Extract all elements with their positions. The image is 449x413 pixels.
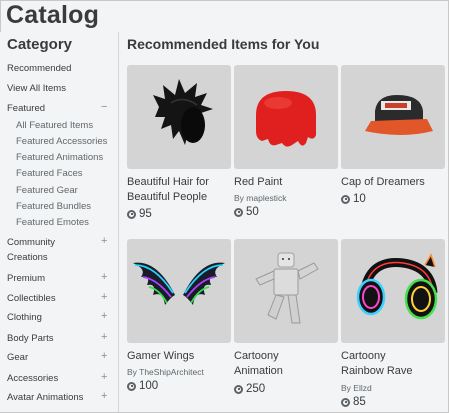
item-name-gamer-wings[interactable]: Gamer Wings	[127, 349, 235, 364]
creator-name: TheShipArchitect	[139, 367, 204, 377]
item-name-line: Beautiful Hair for	[127, 176, 209, 188]
item-name-cartoony-rainbow-rave[interactable]: Cartoony Rainbow Rave	[341, 349, 449, 379]
sidebar-sub-featured-faces[interactable]: Featured Faces	[16, 168, 83, 179]
sidebar-item-avatar-animations[interactable]: Avatar Animations	[7, 392, 83, 403]
rainbow-wings-icon	[133, 262, 225, 305]
price-value: 85	[353, 396, 366, 408]
price-value: 100	[139, 380, 159, 392]
item-price-gamer-wings: 100	[127, 380, 158, 392]
item-name-line: Cartoony	[234, 350, 279, 362]
item-name-line: Beautiful People	[127, 191, 208, 203]
expand-icon[interactable]: +	[101, 332, 107, 343]
sidebar-item-accessories[interactable]: Accessories	[7, 373, 58, 384]
creator-name: maplestick	[246, 193, 287, 203]
sidebar-item-premium[interactable]: Premium	[7, 273, 45, 284]
item-name-cap-of-dreamers[interactable]: Cap of Dreamers	[341, 175, 449, 190]
item-name-line: Gamer Wings	[127, 350, 195, 362]
by-label: By	[341, 383, 351, 393]
sidebar-item-clothing[interactable]: Clothing	[7, 312, 42, 323]
red-paint-hair-icon	[256, 91, 316, 147]
robux-icon	[127, 209, 136, 219]
item-price-beautiful-hair: 95	[127, 208, 152, 220]
black-spiky-hair-icon	[153, 79, 213, 145]
item-name-line: Cap of Dreamers	[341, 176, 425, 188]
recommended-heading: Recommended Items for You	[127, 36, 320, 52]
item-name-line: Rainbow Rave	[341, 365, 413, 377]
item-thumbnail-cartoony-rainbow-rave[interactable]	[341, 239, 445, 343]
price-value: 10	[353, 193, 366, 205]
expand-icon[interactable]: +	[101, 236, 107, 247]
item-thumbnail-cap-of-dreamers[interactable]	[341, 65, 445, 169]
item-name-beautiful-hair[interactable]: Beautiful Hair for Beautiful People	[127, 175, 235, 205]
expand-icon[interactable]: +	[101, 292, 107, 303]
item-creator-cartoony-rainbow-rave[interactable]: By Ellzd	[341, 383, 372, 393]
item-thumbnail-gamer-wings[interactable]	[127, 239, 231, 343]
price-value: 250	[246, 383, 266, 395]
page-title: Catalog	[6, 1, 100, 29]
sidebar-heading: Category	[7, 36, 73, 53]
sidebar-item-label: Creations	[7, 252, 48, 263]
sidebar-sub-featured-emotes[interactable]: Featured Emotes	[16, 217, 89, 228]
sidebar-sub-all-featured[interactable]: All Featured Items	[16, 120, 93, 131]
price-value: 95	[139, 208, 152, 220]
rainbow-headphones-icon	[356, 253, 438, 320]
robux-icon	[234, 207, 243, 217]
sidebar-item-community-creations[interactable]: Community Creations	[7, 237, 55, 263]
category-sidebar: Category Recommended View All Items Feat…	[0, 32, 118, 412]
item-price-cartoony-rainbow-rave: 85	[341, 396, 366, 408]
expand-icon[interactable]: +	[101, 372, 107, 383]
sidebar-sub-featured-accessories[interactable]: Featured Accessories	[16, 136, 107, 147]
item-price-cartoony-animation: 250	[234, 383, 265, 395]
sidebar-sub-featured-gear[interactable]: Featured Gear	[16, 185, 78, 196]
by-label: By	[127, 367, 137, 377]
sidebar-item-view-all[interactable]: View All Items	[7, 83, 66, 94]
collapse-icon[interactable]: −	[101, 102, 107, 113]
creator-name: Ellzd	[353, 383, 372, 393]
item-thumbnail-red-paint[interactable]	[234, 65, 338, 169]
expand-icon[interactable]: +	[101, 311, 107, 322]
sidebar-sub-featured-animations[interactable]: Featured Animations	[16, 152, 103, 163]
cartoony-avatar-icon	[255, 252, 319, 324]
item-thumbnail-beautiful-hair[interactable]	[127, 65, 231, 169]
item-creator-gamer-wings[interactable]: By TheShipArchitect	[127, 367, 204, 377]
robux-icon	[127, 381, 136, 391]
expand-icon[interactable]: +	[101, 272, 107, 283]
sidebar-item-recommended[interactable]: Recommended	[7, 63, 71, 74]
item-name-cartoony-animation[interactable]: Cartoony Animation	[234, 349, 342, 379]
item-price-cap-of-dreamers: 10	[341, 193, 366, 205]
item-price-red-paint: 50	[234, 206, 259, 218]
item-creator-red-paint[interactable]: By maplestick	[234, 193, 286, 203]
sidebar-item-body-parts[interactable]: Body Parts	[7, 333, 53, 344]
item-name-line: Cartoony	[341, 350, 386, 362]
robux-icon	[234, 384, 243, 394]
expand-icon[interactable]: +	[101, 351, 107, 362]
sidebar-divider	[118, 32, 119, 412]
sidebar-item-label: Community	[7, 237, 56, 248]
robux-icon	[341, 194, 350, 204]
item-name-line: Red Paint	[234, 176, 283, 188]
robux-icon	[341, 397, 350, 407]
price-value: 50	[246, 206, 259, 218]
item-name-red-paint[interactable]: Red Paint	[234, 175, 342, 190]
sidebar-item-gear[interactable]: Gear	[7, 352, 28, 363]
expand-icon[interactable]: +	[101, 391, 107, 402]
item-name-line: Animation	[234, 365, 283, 377]
cap-icon	[365, 95, 433, 135]
sidebar-sub-featured-bundles[interactable]: Featured Bundles	[16, 201, 91, 212]
sidebar-item-featured[interactable]: Featured	[7, 103, 45, 114]
item-thumbnail-cartoony-animation[interactable]	[234, 239, 338, 343]
sidebar-item-collectibles[interactable]: Collectibles	[7, 293, 56, 304]
by-label: By	[234, 193, 244, 203]
